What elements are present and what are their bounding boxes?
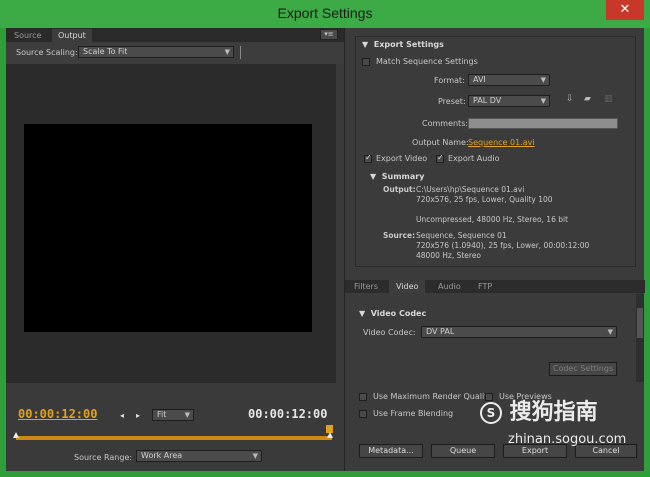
import-preset-icon[interactable]: ▰ (584, 94, 591, 104)
tab-source[interactable]: Source (8, 29, 47, 42)
max-render-quality-label: Use Maximum Render Quality (373, 392, 493, 401)
tab-output[interactable]: Output (52, 29, 92, 42)
current-timecode[interactable]: 00:00:12:00 (18, 407, 97, 421)
export-video-checkbox[interactable] (364, 153, 372, 163)
summary-output-line-1: C:\Users\hp\Sequence 01.avi (416, 185, 525, 194)
summary-source-label: Source: (383, 231, 416, 240)
source-scaling-row: Source Scaling: Scale To Fit ▼ (6, 42, 344, 64)
save-preset-icon[interactable]: ⇩ (566, 94, 574, 104)
settings-scrollbar[interactable] (636, 294, 644, 382)
export-settings-header[interactable]: ▼ Export Settings (362, 40, 444, 49)
window-title: Export Settings (277, 5, 373, 21)
out-point-marker[interactable] (327, 432, 333, 438)
queue-button[interactable]: Queue (431, 444, 495, 458)
summary-header[interactable]: ▼ Summary (370, 172, 424, 181)
match-sequence-checkbox[interactable] (362, 58, 370, 66)
comments-input[interactable] (468, 118, 618, 129)
scrollbar-thumb[interactable] (637, 308, 643, 338)
panel-menu-button[interactable]: ▾≡ (320, 29, 338, 40)
summary-output-line-2: 720x576, 25 fps, Lower, Quality 100 (416, 195, 553, 204)
comments-label: Comments: (422, 119, 469, 128)
chevron-down-icon: ▼ (252, 452, 258, 460)
summary-source-line-1: Sequence, Sequence 01 (416, 231, 507, 240)
source-range-value: Work Area (141, 451, 183, 460)
timeline-bar[interactable] (16, 436, 332, 440)
export-audio-label: Export Audio (448, 154, 500, 163)
output-name-link[interactable]: Sequence 01.avi (468, 138, 535, 147)
watermark-logo-icon: S (480, 402, 502, 424)
video-codec-header[interactable]: ▼ Video Codec (359, 309, 426, 318)
tab-audio[interactable]: Audio (431, 280, 468, 293)
in-point-marker[interactable] (13, 432, 19, 438)
preset-label: Preset: (438, 97, 466, 106)
set-out-point-icon[interactable]: ▸ (136, 411, 140, 420)
watermark-brand-text: 搜狗指南 (509, 400, 598, 425)
summary-source-line-2: 720x576 (1.0940), 25 fps, Lower, 00:00:1… (416, 241, 590, 250)
set-in-point-icon[interactable]: ◂ (120, 411, 124, 420)
watermark-brand: S 搜狗指南 (480, 394, 598, 426)
zoom-value: Fit (157, 410, 167, 419)
preset-dropdown[interactable]: PAL DV ▼ (468, 95, 550, 107)
zoom-dropdown[interactable]: Fit ▼ (152, 409, 194, 421)
title-bar: Export Settings ✕ (0, 0, 650, 28)
summary-output-line-4: Uncompressed, 48000 Hz, Stereo, 16 bit (416, 215, 569, 224)
frame-blending-checkbox[interactable] (359, 410, 367, 418)
settings-tabs: Filters Video Audio FTP (345, 280, 645, 293)
export-audio-checkbox[interactable] (436, 153, 444, 163)
export-video-label: Export Video (376, 154, 428, 163)
video-codec-label: Video Codec: (363, 328, 416, 337)
preview-scrollbar[interactable] (336, 64, 344, 383)
export-settings-title: Export Settings (373, 40, 444, 49)
video-codec-title: Video Codec (370, 309, 427, 318)
preview-area (6, 64, 344, 383)
export-settings-group: ▼ Export Settings Match Sequence Setting… (355, 36, 636, 267)
summary-output-label: Output: (383, 185, 416, 194)
format-label: Format: (434, 76, 465, 85)
duration-timecode: 00:00:12:00 (248, 407, 328, 421)
divider (240, 46, 241, 59)
preview-pane: Source Output ▾≡ Source Scaling: Scale T… (6, 28, 344, 471)
output-name-label: Output Name: (412, 138, 469, 147)
tab-ftp[interactable]: FTP (471, 280, 499, 293)
export-settings-window: Export Settings ✕ Source Output ▾≡ Sourc… (0, 0, 650, 477)
source-range-label: Source Range: (74, 453, 133, 462)
metadata-button[interactable]: Metadata... (359, 444, 423, 458)
chevron-down-icon: ▼ (184, 411, 190, 419)
format-value: AVI (473, 75, 486, 84)
preview-tabs: Source Output ▾≡ (6, 28, 344, 42)
tab-filters[interactable]: Filters (347, 280, 385, 293)
frame-blending-label: Use Frame Blending (373, 409, 454, 418)
source-scaling-value: Scale To Fit (83, 47, 128, 56)
close-button[interactable]: ✕ (606, 0, 644, 20)
video-codec-section: ▼ Video Codec Video Codec: DV PAL ▼ Code… (345, 293, 637, 383)
chevron-down-icon: ▼ (607, 328, 613, 336)
chevron-down-icon: ▼ (540, 76, 546, 84)
tab-video[interactable]: Video (389, 280, 426, 293)
summary-title: Summary (381, 172, 425, 181)
transport-controls: 00:00:12:00 ◂ ▸ Fit ▼ 00:00:12:00 Source… (6, 383, 344, 471)
codec-settings-button[interactable]: Codec Settings (549, 362, 617, 376)
video-preview (24, 124, 312, 332)
preset-value: PAL DV (473, 96, 502, 105)
delete-preset-icon[interactable]: ▥ (604, 94, 613, 104)
watermark-url: zhinan.sogou.com (508, 432, 627, 447)
summary-source-line-3: 48000 Hz, Stereo (416, 251, 482, 260)
chevron-down-icon: ▼ (540, 97, 546, 105)
match-sequence-label: Match Sequence Settings (376, 57, 478, 66)
max-render-quality-checkbox[interactable] (359, 393, 367, 401)
source-range-dropdown[interactable]: Work Area ▼ (136, 450, 262, 462)
video-codec-dropdown[interactable]: DV PAL ▼ (421, 326, 617, 338)
format-dropdown[interactable]: AVI ▼ (468, 74, 550, 86)
video-codec-value: DV PAL (426, 327, 455, 336)
chevron-down-icon: ▼ (224, 48, 230, 56)
source-scaling-label: Source Scaling: (16, 48, 78, 57)
source-scaling-dropdown[interactable]: Scale To Fit ▼ (78, 46, 234, 58)
